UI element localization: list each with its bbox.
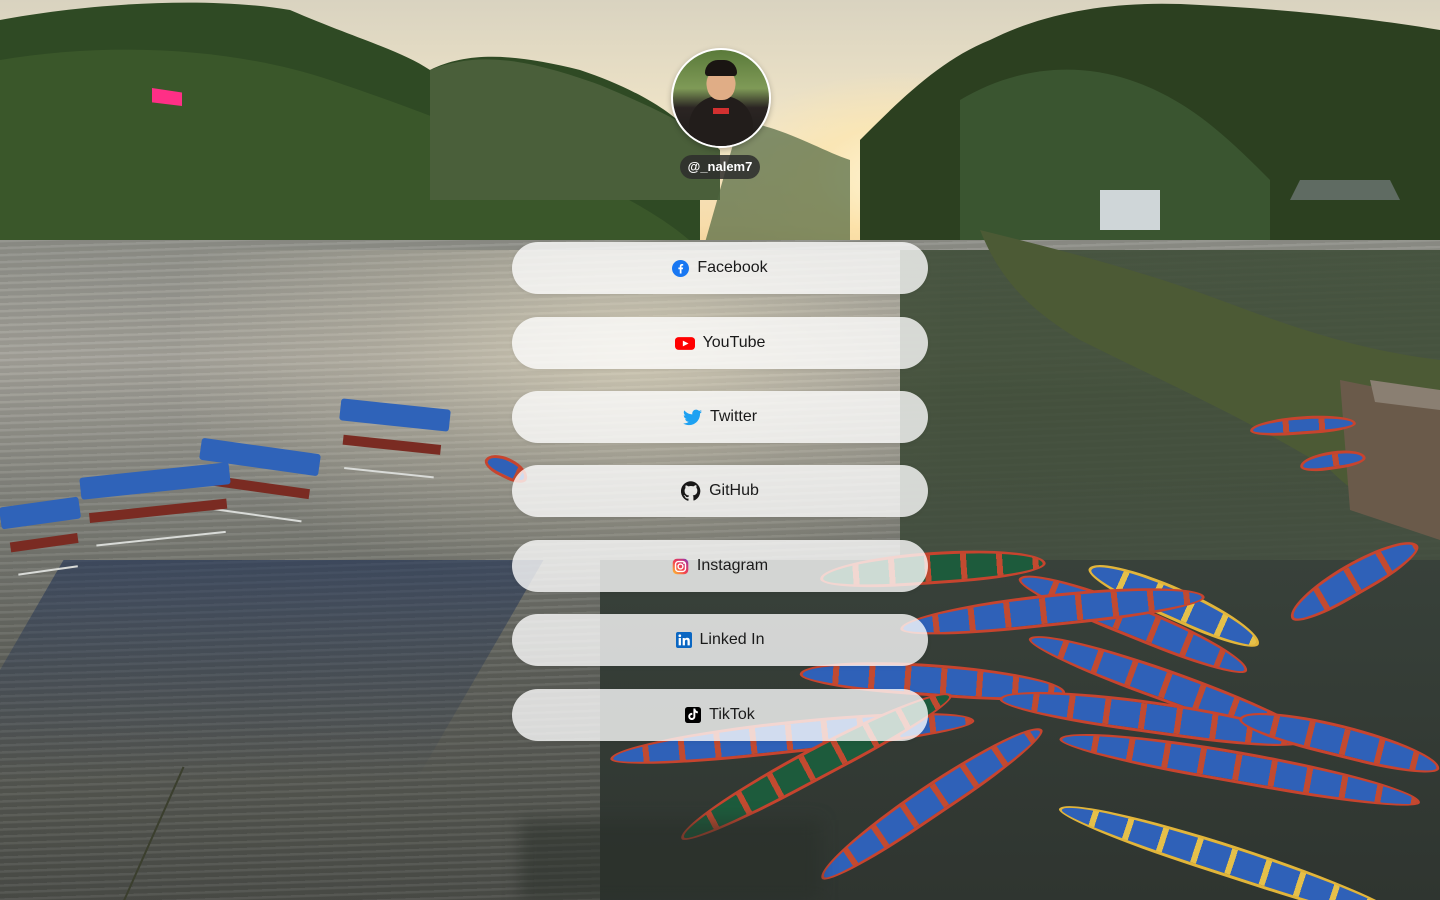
github-icon <box>681 481 701 501</box>
page: @_nalem7 Facebook YouTube Twitter GitHub… <box>0 0 1440 900</box>
link-label: Instagram <box>696 557 769 574</box>
link-label: Linked In <box>699 631 765 648</box>
github-link-button[interactable]: GitHub <box>512 465 928 517</box>
twitter-link-button[interactable]: Twitter <box>512 391 928 443</box>
twitter-icon <box>682 409 702 426</box>
facebook-link-button[interactable]: Facebook <box>512 242 928 294</box>
linkedin-link-button[interactable]: Linked In <box>512 614 928 666</box>
linkedin-icon <box>675 632 692 648</box>
boat-shadow <box>520 820 820 900</box>
link-label: Facebook <box>697 259 768 276</box>
facebook-icon <box>672 259 690 277</box>
link-label: TikTok <box>709 706 755 723</box>
profile-avatar <box>671 48 771 148</box>
tiktok-icon <box>685 707 702 723</box>
avatar-logo <box>713 108 729 114</box>
youtube-link-button[interactable]: YouTube <box>512 317 928 369</box>
instagram-icon <box>672 558 689 575</box>
avatar-hoodie <box>689 96 753 146</box>
instagram-link-button[interactable]: Instagram <box>512 540 928 592</box>
link-label: YouTube <box>702 334 766 351</box>
youtube-icon <box>674 335 695 352</box>
tiktok-link-button[interactable]: TikTok <box>512 689 928 741</box>
link-label: Twitter <box>709 408 758 425</box>
username-badge[interactable]: @_nalem7 <box>680 155 760 179</box>
link-label: GitHub <box>709 482 759 499</box>
avatar-hair <box>705 60 737 76</box>
